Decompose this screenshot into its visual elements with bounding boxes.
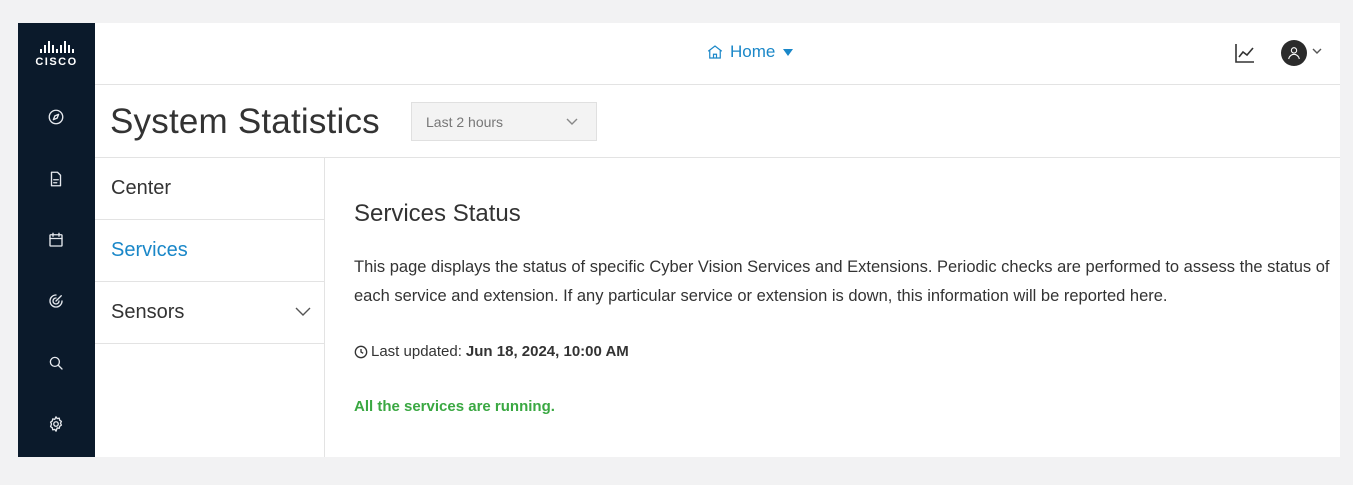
subnav-item-label: Services xyxy=(111,239,188,261)
search-icon[interactable] xyxy=(44,351,68,375)
chevron-down-icon xyxy=(295,307,311,316)
subnav-item-services[interactable]: Services xyxy=(95,220,325,282)
subnav-item-center[interactable]: Center xyxy=(95,158,325,220)
chart-icon[interactable] xyxy=(1233,41,1257,65)
chevron-down-icon[interactable] xyxy=(1311,44,1323,56)
top-bar: Home xyxy=(95,23,1340,85)
subnav-item-label: Sensors xyxy=(111,301,185,323)
cisco-logo-text: CISCO xyxy=(35,55,78,68)
last-updated-value: Jun 18, 2024, 10:00 AM xyxy=(465,343,629,360)
section-title: Services Status xyxy=(354,200,521,227)
page-title: System Statistics xyxy=(110,102,380,141)
report-icon[interactable] xyxy=(44,167,68,191)
subnav-item-sensors[interactable]: Sensors xyxy=(95,282,325,344)
gear-icon[interactable] xyxy=(44,412,68,436)
clock-icon xyxy=(354,345,368,358)
app-window: CISCO Home System Statistics Last 2 hour… xyxy=(18,23,1340,457)
cisco-logo-bars xyxy=(39,40,74,53)
page-header: System Statistics Last 2 hours xyxy=(95,85,1340,158)
compass-icon[interactable] xyxy=(44,105,68,129)
nav-rail: CISCO xyxy=(18,23,95,457)
cisco-logo[interactable]: CISCO xyxy=(18,23,95,85)
subnav-item-label: Center xyxy=(111,177,172,199)
services-description: This page displays the status of specifi… xyxy=(354,258,1330,305)
time-range-select[interactable]: Last 2 hours xyxy=(411,102,597,141)
time-range-value: Last 2 hours xyxy=(426,113,504,130)
status-message: All the services are running. xyxy=(354,398,555,415)
calendar-icon[interactable] xyxy=(44,228,68,252)
caret-down-icon xyxy=(783,48,794,56)
user-avatar-icon[interactable] xyxy=(1281,40,1307,66)
home-icon xyxy=(707,45,723,59)
stats-subnav: Center Services Sensors xyxy=(95,158,325,457)
target-icon[interactable] xyxy=(44,289,68,313)
home-label: Home xyxy=(730,42,776,61)
last-updated: Last updated: Jun 18, 2024, 10:00 AM xyxy=(354,343,629,360)
last-updated-label: Last updated: xyxy=(371,343,462,360)
home-menu[interactable]: Home xyxy=(706,42,794,62)
chevron-down-icon xyxy=(566,118,578,125)
services-status-panel: Services Status This page displays the s… xyxy=(326,158,1340,457)
